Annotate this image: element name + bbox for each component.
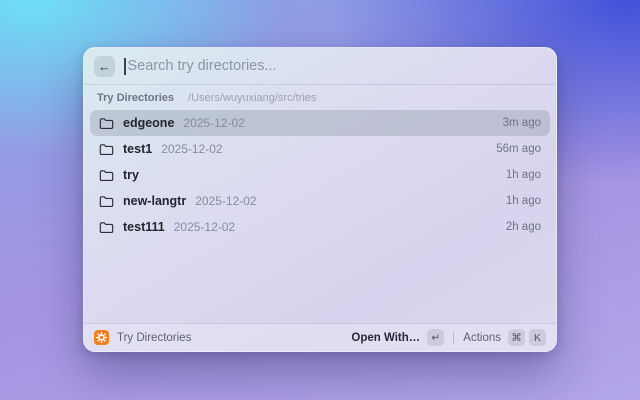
directory-name: try — [123, 168, 139, 182]
actions-button[interactable]: Actions — [463, 332, 501, 344]
footer-left: Try Directories — [94, 330, 191, 345]
folder-icon — [99, 116, 114, 131]
directory-date: 2025-12-02 — [173, 220, 236, 234]
launcher-window: ← Try Directories /Users/wuyuxiang/src/t… — [83, 47, 557, 352]
last-used-time: 1h ago — [505, 195, 541, 207]
directory-date: 2025-12-02 — [195, 194, 257, 208]
k-key-icon: K — [529, 329, 546, 346]
folder-icon — [99, 220, 114, 235]
search-input[interactable] — [125, 58, 546, 74]
section-label: Try Directories — [97, 92, 175, 104]
directory-name: edgeone — [123, 116, 175, 130]
search-bar: ← — [84, 48, 556, 84]
cmd-key-icon: ⌘ — [508, 329, 525, 346]
list-item[interactable]: edgeone 2025-12-02 3m ago — [90, 110, 550, 136]
folder-icon — [99, 142, 114, 157]
list-item[interactable]: new-langtr 2025-12-02 1h ago — [90, 188, 550, 214]
desktop-background: ← Try Directories /Users/wuyuxiang/src/t… — [0, 0, 640, 400]
back-arrow-icon: ← — [98, 58, 111, 74]
last-used-time: 2h ago — [505, 221, 541, 233]
directory-list: edgeone 2025-12-02 3m ago test1 2025-12-02 56… — [84, 108, 556, 240]
section-path: /Users/wuyuxiang/src/tries — [188, 92, 317, 104]
last-used-time: 3m ago — [502, 117, 541, 129]
return-key-icon: ↵ — [427, 329, 445, 346]
list-item[interactable]: test1 2025-12-02 56m ago — [90, 136, 550, 162]
directory-name: test111 — [123, 220, 165, 234]
footer-app-label: Try Directories — [117, 331, 192, 344]
back-button[interactable]: ← — [94, 55, 115, 77]
footer-divider — [453, 331, 455, 344]
directory-name: new-langtr — [123, 194, 187, 208]
last-used-time: 56m ago — [496, 143, 541, 155]
list-item[interactable]: try 1h ago — [90, 162, 550, 188]
folder-icon — [99, 168, 114, 183]
directory-name: test1 — [123, 142, 153, 156]
section-header: Try Directories /Users/wuyuxiang/src/tri… — [84, 85, 556, 108]
open-with-action[interactable]: Open With… — [351, 332, 420, 344]
last-used-time: 1h ago — [505, 169, 541, 181]
directory-date: 2025-12-02 — [161, 142, 223, 156]
folder-icon — [99, 194, 114, 209]
directory-date: 2025-12-02 — [183, 116, 245, 130]
list-item[interactable]: test111 2025-12-02 2h ago — [90, 214, 550, 240]
footer-bar: Try Directories Open With… ↵ Actions ⌘ K — [84, 323, 556, 351]
footer-right: Open With… ↵ Actions ⌘ K — [351, 329, 546, 346]
extension-gear-icon — [94, 330, 109, 345]
